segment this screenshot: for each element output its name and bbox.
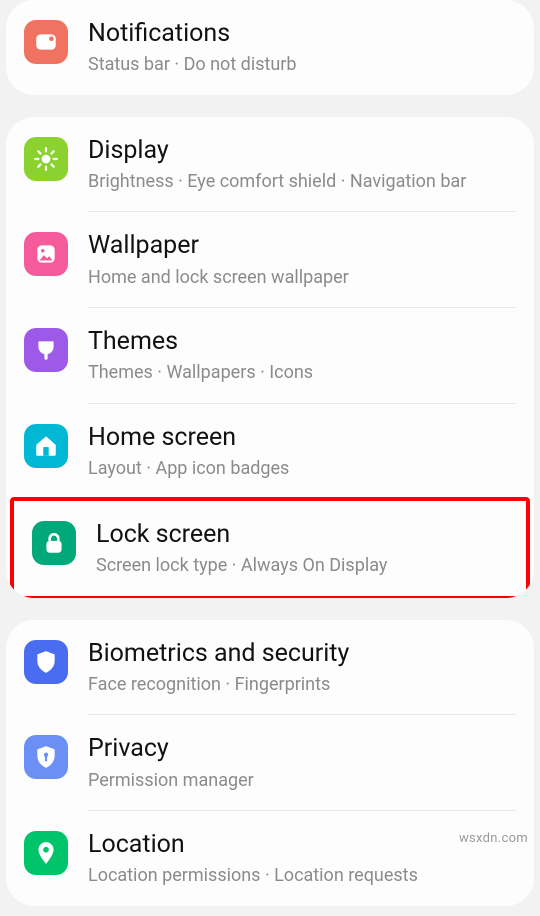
item-subtitle: Themes · Wallpapers · Icons bbox=[88, 361, 514, 384]
item-title: Privacy bbox=[88, 733, 514, 764]
item-text: Notifications Status bar · Do not distur… bbox=[88, 18, 514, 77]
item-title: Wallpaper bbox=[88, 230, 514, 261]
settings-item-notifications[interactable]: Notifications Status bar · Do not distur… bbox=[6, 0, 534, 95]
item-title: Location bbox=[88, 829, 514, 860]
item-subtitle: Face recognition · Fingerprints bbox=[88, 673, 514, 696]
settings-item-homescreen[interactable]: Home screen Layout · App icon badges bbox=[6, 404, 534, 499]
item-title: Display bbox=[88, 135, 514, 166]
wallpaper-icon bbox=[24, 232, 68, 276]
item-text: Home screen Layout · App icon badges bbox=[88, 422, 514, 481]
item-subtitle: Brightness · Eye comfort shield · Naviga… bbox=[88, 170, 514, 193]
themes-icon bbox=[24, 328, 68, 372]
home-icon bbox=[24, 424, 68, 468]
item-subtitle: Layout · App icon badges bbox=[88, 457, 514, 480]
settings-group: Biometrics and security Face recognition… bbox=[6, 620, 534, 906]
settings-item-lockscreen[interactable]: Lock screen Screen lock type · Always On… bbox=[14, 501, 526, 596]
item-title: Biometrics and security bbox=[88, 638, 514, 669]
watermark: wsxdn.com bbox=[459, 831, 528, 846]
item-subtitle: Home and lock screen wallpaper bbox=[88, 266, 514, 289]
item-subtitle: Status bar · Do not disturb bbox=[88, 53, 514, 76]
settings-item-wallpaper[interactable]: Wallpaper Home and lock screen wallpaper bbox=[6, 212, 534, 307]
highlight-box: Lock screen Screen lock type · Always On… bbox=[10, 497, 530, 598]
lock-icon bbox=[32, 521, 76, 565]
settings-group: Notifications Status bar · Do not distur… bbox=[6, 0, 534, 95]
item-subtitle: Permission manager bbox=[88, 769, 514, 792]
item-text: Privacy Permission manager bbox=[88, 733, 514, 792]
item-title: Lock screen bbox=[96, 519, 506, 550]
item-title: Themes bbox=[88, 326, 514, 357]
item-text: Themes Themes · Wallpapers · Icons bbox=[88, 326, 514, 385]
display-icon bbox=[24, 137, 68, 181]
privacy-icon bbox=[24, 735, 68, 779]
settings-group: Display Brightness · Eye comfort shield … bbox=[6, 117, 534, 598]
item-text: Lock screen Screen lock type · Always On… bbox=[96, 519, 506, 578]
shield-icon bbox=[24, 640, 68, 684]
item-subtitle: Location permissions · Location requests bbox=[88, 864, 514, 887]
item-title: Home screen bbox=[88, 422, 514, 453]
item-text: Location Location permissions · Location… bbox=[88, 829, 514, 888]
notifications-icon bbox=[24, 20, 68, 64]
item-title: Notifications bbox=[88, 18, 514, 49]
item-subtitle: Screen lock type · Always On Display bbox=[96, 554, 506, 577]
item-text: Display Brightness · Eye comfort shield … bbox=[88, 135, 514, 194]
settings-item-display[interactable]: Display Brightness · Eye comfort shield … bbox=[6, 117, 534, 212]
location-icon bbox=[24, 831, 68, 875]
item-text: Wallpaper Home and lock screen wallpaper bbox=[88, 230, 514, 289]
item-text: Biometrics and security Face recognition… bbox=[88, 638, 514, 697]
settings-item-privacy[interactable]: Privacy Permission manager bbox=[6, 715, 534, 810]
settings-item-themes[interactable]: Themes Themes · Wallpapers · Icons bbox=[6, 308, 534, 403]
settings-item-location[interactable]: Location Location permissions · Location… bbox=[6, 811, 534, 906]
settings-item-biometrics[interactable]: Biometrics and security Face recognition… bbox=[6, 620, 534, 715]
